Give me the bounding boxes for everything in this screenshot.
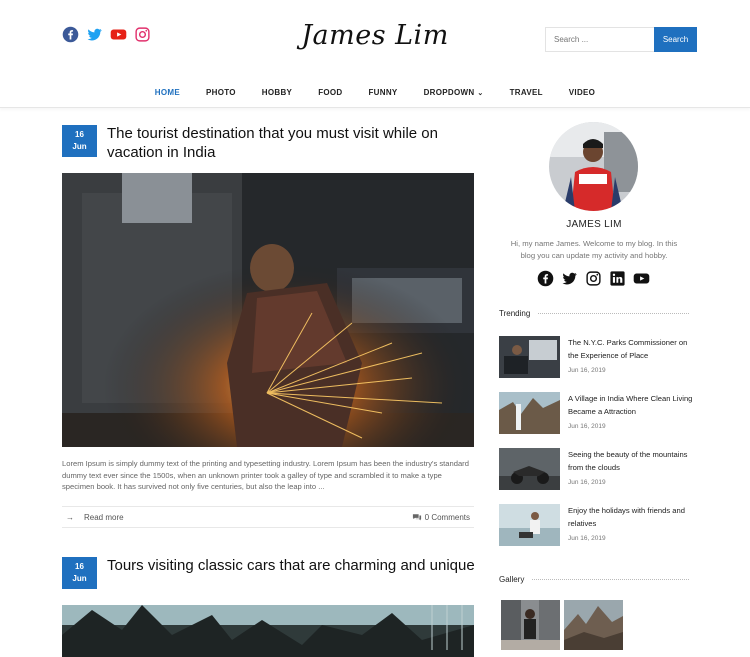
gallery-image[interactable]	[564, 600, 623, 650]
trending-item[interactable]: Enjoy the holidays with friends and rela…	[499, 504, 689, 548]
trending-heading: Trending	[499, 309, 689, 318]
trending-date: Jun 16, 2019	[568, 367, 606, 374]
arrow-right-icon: →	[66, 512, 74, 522]
post-title[interactable]: The tourist destination that you must vi…	[107, 124, 477, 162]
trending-thumbnail[interactable]	[499, 392, 560, 434]
post-date-badge: 16 Jun	[62, 125, 97, 157]
post-image-photo	[62, 173, 474, 447]
trending-thumbnail[interactable]	[499, 448, 560, 490]
chevron-down-icon: ⌄	[477, 90, 484, 97]
nav-item-photo[interactable]: PHOTO	[206, 88, 236, 97]
gallery-title: Gallery	[499, 575, 525, 584]
trending-thumbnail-photo	[499, 504, 560, 546]
trending-item[interactable]: Seeing the beauty of the mountains from …	[499, 448, 689, 492]
trending-thumbnail[interactable]	[499, 336, 560, 378]
nav-item-dropdown[interactable]: DROPDOWN ⌄	[424, 88, 484, 97]
twitter-icon[interactable]	[561, 270, 578, 287]
comments-icon	[412, 513, 421, 520]
trending-title-link[interactable]: A Village in India Where Clean Living Be…	[568, 392, 693, 418]
author-bio: Hi, my name James. Welcome to my blog. I…	[510, 239, 678, 260]
heading-rule	[538, 313, 689, 314]
gallery-image[interactable]	[501, 600, 560, 650]
site-header: James Lim Search HOME PHOTO HOBBY FOOD F…	[0, 0, 750, 108]
avatar-photo	[549, 122, 638, 211]
nav-item-home[interactable]: HOME	[155, 88, 180, 97]
trending-thumbnail-photo	[499, 392, 560, 434]
nav-item-dropdown-label: DROPDOWN	[423, 88, 475, 97]
trending-date: Jun 16, 2019	[568, 535, 606, 542]
post-date-badge: 16 Jun	[62, 557, 97, 589]
post-title[interactable]: Tours visiting classic cars that are cha…	[107, 556, 477, 575]
search-button[interactable]: Search	[654, 27, 697, 52]
nav-item-food[interactable]: FOOD	[318, 88, 342, 97]
youtube-icon[interactable]	[633, 270, 650, 287]
comments-link[interactable]: 0 Comments	[412, 513, 474, 522]
linkedin-icon[interactable]	[609, 270, 626, 287]
post-date-month: Jun	[72, 142, 87, 151]
trending-title-link[interactable]: The N.Y.C. Parks Commissioner on the Exp…	[568, 336, 693, 362]
nav-item-hobby[interactable]: HOBBY	[262, 88, 292, 97]
main-nav: HOME PHOTO HOBBY FOOD FUNNY DROPDOWN ⌄ TR…	[0, 88, 750, 97]
gallery-image-photo	[564, 600, 623, 650]
post-card: 16 Jun The tourist destination that you …	[62, 125, 474, 529]
post-date-day: 16	[75, 562, 84, 571]
nav-item-travel[interactable]: TRAVEL	[510, 88, 543, 97]
comments-count: 0 Comments	[424, 512, 470, 522]
post-date-day: 16	[75, 130, 84, 139]
gallery-heading: Gallery	[499, 575, 689, 584]
post-image[interactable]	[62, 605, 474, 657]
twitter-icon[interactable]	[86, 26, 103, 43]
instagram-icon[interactable]	[585, 270, 602, 287]
read-more-label: Read more	[84, 512, 124, 522]
trending-thumbnail[interactable]	[499, 504, 560, 546]
site-logo[interactable]: James Lim	[300, 20, 450, 51]
gallery-image-photo	[501, 600, 560, 650]
post-date-month: Jun	[72, 574, 87, 583]
author-social-links	[537, 270, 650, 287]
author-name: JAMES LIM	[566, 219, 622, 230]
trending-date: Jun 16, 2019	[568, 423, 606, 430]
post-image[interactable]	[62, 173, 474, 447]
trending-title: Trending	[499, 309, 531, 318]
nav-item-video[interactable]: VIDEO	[569, 88, 595, 97]
heading-rule	[532, 579, 689, 580]
trending-thumbnail-photo	[499, 448, 560, 490]
trending-date: Jun 16, 2019	[568, 479, 606, 486]
trending-item[interactable]: The N.Y.C. Parks Commissioner on the Exp…	[499, 336, 689, 380]
post-card: 16 Jun Tours visiting classic cars that …	[62, 556, 477, 657]
facebook-icon[interactable]	[537, 270, 554, 287]
read-more-link[interactable]: → Read more	[62, 513, 124, 522]
instagram-icon[interactable]	[134, 26, 151, 43]
nav-item-funny[interactable]: FUNNY	[369, 88, 398, 97]
trending-title-link[interactable]: Seeing the beauty of the mountains from …	[568, 448, 693, 474]
post-image-photo	[62, 605, 474, 657]
sidebar: JAMES LIM Hi, my name James. Welcome to …	[499, 120, 692, 657]
search-input[interactable]	[545, 27, 654, 52]
trending-title-link[interactable]: Enjoy the holidays with friends and rela…	[568, 504, 693, 530]
trending-thumbnail-photo	[499, 336, 560, 378]
search-form: Search	[545, 27, 697, 52]
facebook-icon[interactable]	[62, 26, 79, 43]
youtube-icon[interactable]	[110, 26, 127, 43]
post-footer: → Read more 0 Comments	[62, 506, 474, 528]
trending-item[interactable]: A Village in India Where Clean Living Be…	[499, 392, 692, 436]
post-excerpt: Lorem Ipsum is simply dummy text of the …	[62, 459, 469, 491]
header-social-links	[62, 26, 151, 43]
avatar	[549, 122, 638, 211]
